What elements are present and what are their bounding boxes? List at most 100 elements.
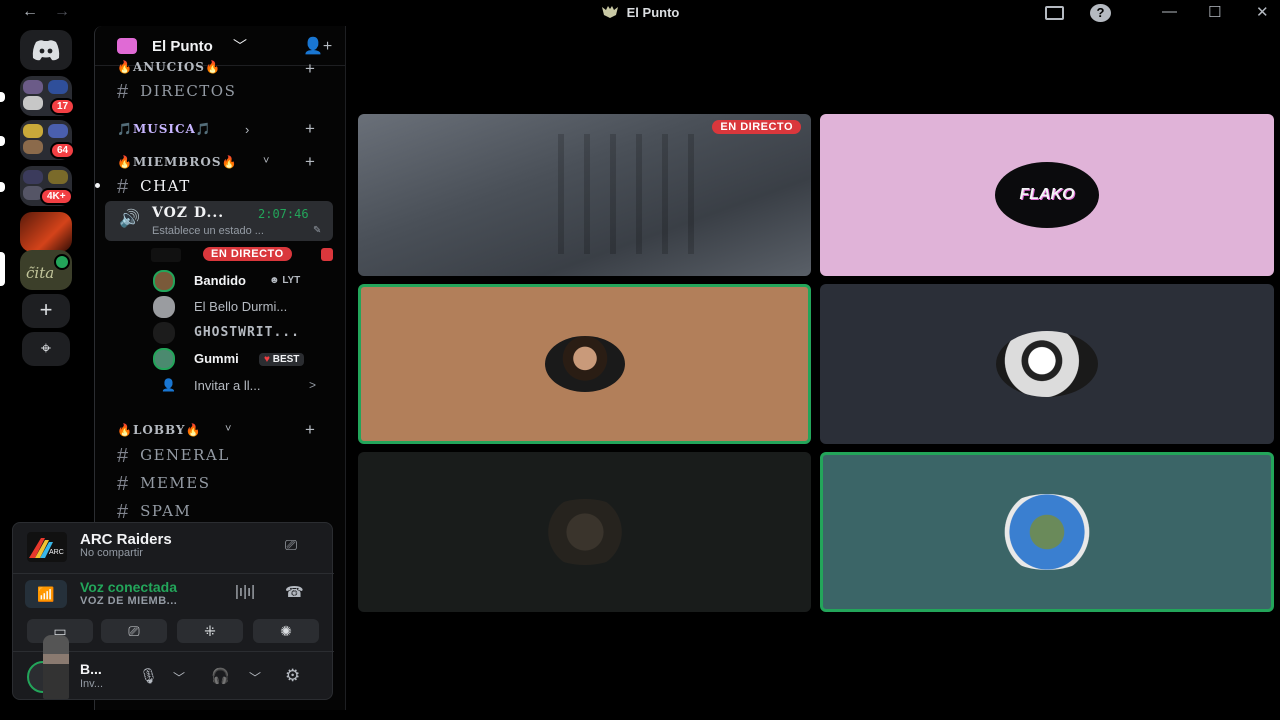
add-channel-icon[interactable]: + bbox=[305, 152, 315, 172]
chevron-right-icon: › bbox=[245, 122, 250, 137]
unread-pill bbox=[0, 182, 5, 192]
close-button[interactable]: ✕ bbox=[1256, 3, 1269, 21]
avatar bbox=[153, 270, 175, 292]
screen-share-button[interactable]: ⎚ bbox=[101, 619, 167, 643]
user-badge: ♥ BEST bbox=[259, 353, 305, 366]
unread-pill bbox=[0, 136, 5, 146]
mention-badge: 4K+ bbox=[40, 188, 73, 205]
svg-text:ARC: ARC bbox=[49, 549, 64, 556]
add-channel-icon[interactable]: + bbox=[305, 119, 315, 139]
channel-general[interactable]: # GENERAL bbox=[117, 445, 230, 468]
avatar bbox=[544, 336, 625, 392]
invite-to-voice[interactable]: 👤 Invitar a ll... > bbox=[151, 375, 337, 397]
server-name: El Punto bbox=[152, 38, 213, 55]
settings-gear-icon[interactable]: ⚙ bbox=[285, 666, 300, 686]
divider bbox=[13, 573, 334, 574]
channel-directos[interactable]: # DIRECTOS bbox=[117, 81, 236, 104]
voice-user[interactable]: El Bello Durmi... bbox=[151, 296, 337, 318]
chevron-down-icon: ˅ bbox=[225, 423, 232, 435]
user-badge: ☻ LYT bbox=[269, 275, 301, 286]
server-folder-1[interactable]: 17 bbox=[20, 76, 76, 116]
voice-channel-active[interactable]: 🔊 VOZ D... 2:07:46 Establece un estado .… bbox=[105, 201, 333, 241]
server-logo-icon: c̃ita bbox=[26, 264, 55, 282]
avatar-logo-text: FLAKO bbox=[1019, 186, 1075, 203]
participant-tile-speaking[interactable] bbox=[820, 452, 1274, 612]
participant-tile[interactable] bbox=[358, 452, 811, 612]
avatar-decoration bbox=[43, 635, 69, 699]
voice-channel-name: VOZ D... bbox=[152, 205, 225, 221]
category-musica[interactable]: 🎵MUSICA🎵 bbox=[117, 122, 212, 136]
server-fire[interactable] bbox=[20, 212, 72, 252]
headphones-icon[interactable]: 🎧 bbox=[211, 667, 230, 685]
home-button[interactable] bbox=[20, 30, 72, 70]
voice-user[interactable]: Bandido ☻ LYT bbox=[151, 270, 337, 292]
voice-connected-status[interactable]: Voz conectada bbox=[80, 579, 177, 595]
username: GHOSTWRIT... bbox=[194, 325, 300, 340]
inbox-icon[interactable] bbox=[1045, 6, 1064, 20]
connection-signal-icon[interactable]: 📶 bbox=[25, 580, 67, 608]
chevron-down-icon[interactable]: ﹀ bbox=[249, 669, 261, 686]
server-home-icon bbox=[117, 38, 137, 54]
activities-button[interactable]: ⁜ bbox=[177, 619, 243, 643]
unread-pill bbox=[0, 92, 5, 102]
stream-thumbnail bbox=[151, 248, 181, 262]
channel-chat[interactable]: # CHAT bbox=[117, 176, 191, 199]
mention-badge: 17 bbox=[50, 98, 76, 115]
avatar bbox=[153, 296, 175, 318]
username: Bandido bbox=[194, 273, 246, 288]
voice-user-streamer[interactable]: EN DIRECTO bbox=[151, 244, 337, 266]
category-lobby[interactable]: 🔥LOBBY🔥 bbox=[117, 423, 201, 437]
add-server-button[interactable]: + bbox=[22, 294, 70, 328]
selected-server-pill bbox=[0, 252, 5, 286]
voice-status-input[interactable]: Establece un estado ... bbox=[152, 225, 264, 237]
avatar bbox=[991, 494, 1103, 570]
maximize-button[interactable]: ☐ bbox=[1208, 3, 1221, 21]
voice-active-icon bbox=[54, 254, 70, 270]
soundboard-button[interactable]: ✺ bbox=[253, 619, 319, 643]
microphone-icon[interactable]: 🎙 bbox=[139, 667, 158, 685]
channel-memes[interactable]: # MEMES bbox=[117, 473, 211, 496]
server-folder-2[interactable]: 64 bbox=[20, 120, 76, 160]
hash-icon: # bbox=[117, 445, 129, 467]
voice-user[interactable]: Gummi ♥ BEST bbox=[151, 348, 337, 370]
participant-tile-speaking[interactable] bbox=[358, 284, 811, 444]
chevron-down-icon[interactable]: ﹀ bbox=[173, 669, 185, 686]
game-icon: ARC bbox=[27, 532, 67, 562]
channel-spam[interactable]: # SPAM bbox=[117, 501, 191, 524]
username: Gummi bbox=[194, 351, 239, 366]
voice-user[interactable]: GHOSTWRIT... bbox=[151, 322, 337, 344]
avatar: FLAKO bbox=[995, 162, 1099, 228]
help-icon[interactable]: ? bbox=[1090, 4, 1111, 22]
invite-people-icon[interactable]: 👤+ bbox=[303, 36, 332, 56]
live-badge: EN DIRECTO bbox=[203, 247, 292, 261]
user-panel: ARC ARC Raiders No compartir ⎚ 📶 Voz con… bbox=[12, 522, 334, 700]
server-folder-3[interactable]: 4K+ bbox=[20, 166, 73, 206]
add-channel-icon[interactable]: + bbox=[305, 59, 315, 79]
noise-suppression-icon[interactable]: |ı|ı| bbox=[235, 583, 255, 600]
avatar bbox=[153, 322, 175, 344]
activity-subtitle: No compartir bbox=[80, 547, 143, 559]
explore-button[interactable]: ⌖ bbox=[22, 332, 70, 366]
live-badge: EN DIRECTO bbox=[712, 120, 801, 134]
disconnect-icon[interactable]: ☎ bbox=[285, 583, 304, 601]
user-status: Inv... bbox=[80, 678, 104, 690]
server-el-punto[interactable]: c̃ita bbox=[20, 250, 72, 290]
call-stage: EN DIRECTO FLAKO bbox=[346, 26, 1280, 720]
participant-tile[interactable] bbox=[820, 284, 1274, 444]
discord-logo-icon bbox=[32, 40, 60, 61]
chevron-down-icon: ˅ bbox=[263, 155, 270, 167]
add-channel-icon[interactable]: + bbox=[305, 420, 315, 440]
hash-icon: # bbox=[117, 473, 129, 495]
stream-tile[interactable]: EN DIRECTO bbox=[358, 114, 811, 276]
minimize-button[interactable]: — bbox=[1162, 3, 1177, 20]
chevron-down-icon: ﹀ bbox=[233, 38, 247, 54]
category-miembros[interactable]: 🔥MIEMBROS🔥 bbox=[117, 155, 237, 169]
chevron-right-icon: > bbox=[309, 378, 317, 392]
edit-icon[interactable]: ✎ bbox=[313, 225, 321, 236]
stream-indicator-icon bbox=[321, 248, 333, 261]
stream-game-icon[interactable]: ⎚ bbox=[285, 537, 297, 554]
category-anucios[interactable]: 🔥ANUCIOS🔥 bbox=[117, 60, 221, 74]
avatar bbox=[533, 499, 636, 565]
participant-tile-flako[interactable]: FLAKO bbox=[820, 114, 1274, 276]
window-title: El Punto bbox=[0, 5, 1280, 20]
